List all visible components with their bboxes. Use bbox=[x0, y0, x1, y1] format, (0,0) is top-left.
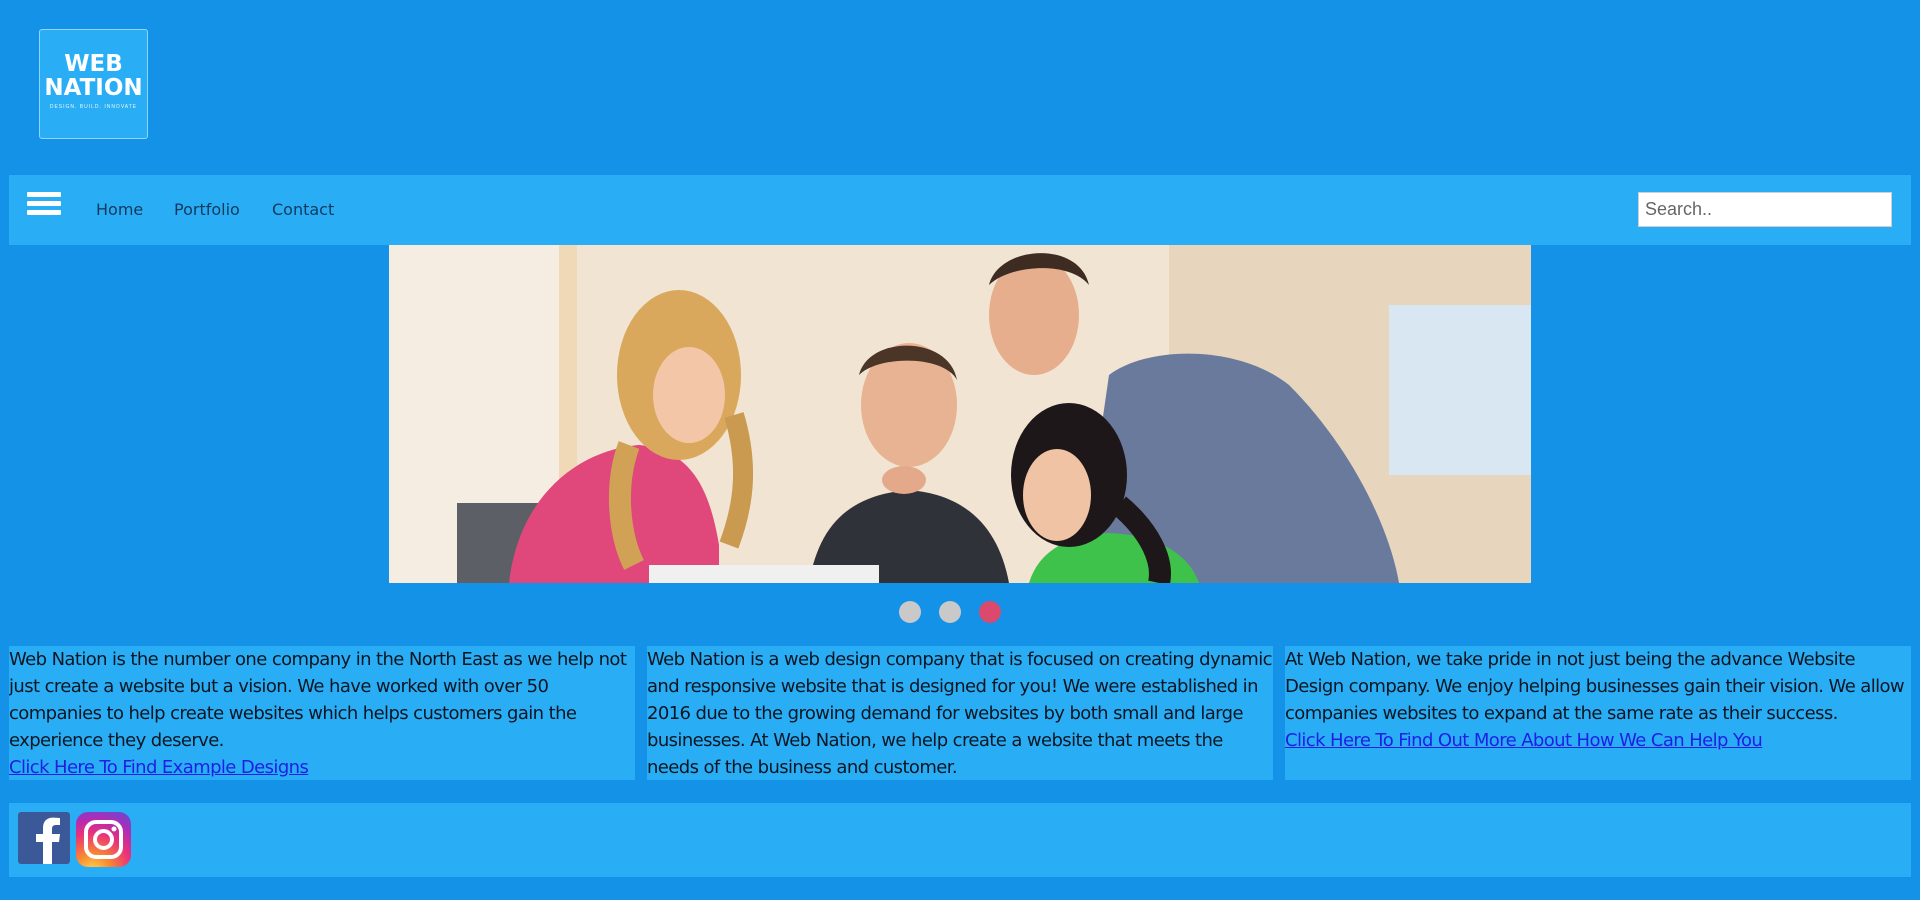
nav-link-portfolio[interactable]: Portfolio bbox=[174, 200, 240, 219]
info-column-3: At Web Nation, we take pride in not just… bbox=[1285, 646, 1911, 780]
example-designs-link[interactable]: Click Here To Find Example Designs bbox=[9, 754, 635, 780]
logo-text-nation: NATION bbox=[44, 75, 143, 101]
nav-link-home[interactable]: Home bbox=[96, 200, 143, 219]
hamburger-line bbox=[27, 192, 61, 197]
info-column-1-text: Web Nation is the number one company in … bbox=[9, 649, 627, 751]
info-column-3-text: At Web Nation, we take pride in not just… bbox=[1285, 649, 1905, 724]
logo-tagline: DESIGN. BUILD. INNOVATE bbox=[49, 104, 138, 110]
search-input[interactable] bbox=[1638, 192, 1892, 227]
footer bbox=[9, 803, 1911, 877]
hero-slideshow-image bbox=[389, 245, 1531, 583]
nav-link-contact[interactable]: Contact bbox=[272, 200, 334, 219]
top-navbar: Home Portfolio Contact bbox=[9, 175, 1911, 245]
slideshow-dots bbox=[899, 601, 1099, 623]
facebook-icon[interactable] bbox=[18, 812, 70, 864]
slide-dot-2[interactable] bbox=[939, 601, 961, 623]
hamburger-line bbox=[27, 201, 61, 206]
slide-dot-3-active[interactable] bbox=[979, 601, 1001, 623]
hamburger-line bbox=[27, 210, 61, 215]
logo[interactable]: WEB NATION DESIGN. BUILD. INNOVATE bbox=[39, 29, 148, 139]
instagram-glyph bbox=[84, 820, 123, 859]
slide-dot-1[interactable] bbox=[899, 601, 921, 623]
find-out-more-link[interactable]: Click Here To Find Out More About How We… bbox=[1285, 727, 1911, 754]
info-column-1: Web Nation is the number one company in … bbox=[9, 646, 635, 780]
info-column-2: Web Nation is a web design company that … bbox=[647, 646, 1273, 780]
logo-text-web: WEB bbox=[64, 51, 123, 77]
info-column-2-text: Web Nation is a web design company that … bbox=[647, 649, 1273, 778]
facebook-glyph bbox=[36, 817, 60, 864]
instagram-icon[interactable] bbox=[76, 812, 131, 867]
hero-photo-illustration bbox=[389, 245, 1531, 583]
hamburger-menu-icon[interactable] bbox=[27, 192, 61, 222]
